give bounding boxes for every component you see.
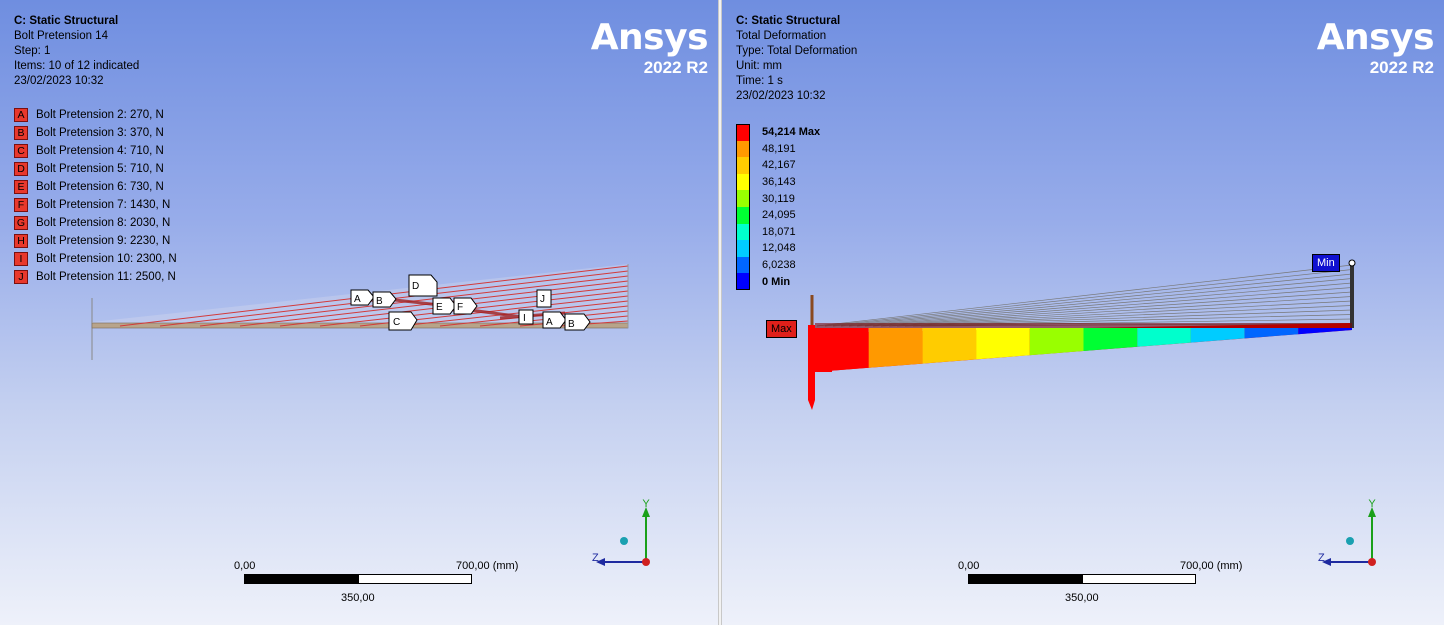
color-swatch [736, 206, 750, 224]
svg-text:C: C [393, 317, 400, 328]
scale-mid: 350,00 [341, 592, 375, 604]
axis-triad[interactable]: Y Z [1314, 495, 1394, 575]
color-legend-label: 42,167 [762, 159, 796, 172]
svg-text:I: I [523, 313, 526, 324]
axis-triad[interactable]: Y Z [588, 495, 668, 575]
model-tag[interactable]: D [408, 274, 438, 297]
color-swatch [736, 256, 750, 274]
svg-text:B: B [376, 296, 383, 307]
scale-start: 0,00 [234, 560, 256, 572]
color-swatch [736, 273, 750, 290]
scale-end: 700,00 (mm) [1180, 560, 1243, 572]
color-legend-item: 18,071 [736, 223, 820, 241]
color-legend-item: 0 Min [736, 273, 820, 290]
color-legend-label: 30,119 [762, 192, 795, 205]
color-legend-label: 18,071 [762, 225, 796, 238]
triad-y-label: Y [642, 498, 650, 510]
color-legend-item: 36,143 [736, 173, 820, 191]
color-swatch [736, 240, 750, 257]
model-tag[interactable]: B [564, 313, 591, 331]
scale-end: 700,00 (mm) [456, 560, 519, 572]
color-swatch [736, 157, 750, 174]
svg-text:F: F [457, 302, 463, 313]
color-legend-label: 0 Min [762, 275, 791, 288]
color-swatch [736, 190, 750, 207]
color-swatch [736, 124, 750, 141]
triad-z-label: Z [592, 552, 599, 564]
scale-start: 0,00 [958, 560, 980, 572]
color-legend-item: 6,0238 [736, 256, 820, 274]
svg-text:B: B [568, 319, 575, 330]
svg-text:J: J [540, 294, 545, 305]
color-legend-item: 24,095 [736, 206, 820, 224]
svg-text:A: A [354, 294, 361, 305]
color-swatch [736, 140, 750, 158]
viewport-bolt-pretension[interactable]: C: Static Structural Bolt Pretension 14 … [0, 0, 718, 625]
svg-text:A: A [546, 317, 553, 328]
triad-y-label: Y [1368, 498, 1376, 510]
deformation-color-legend: 54,214 Max 48,191 42,167 36,143 30,119 24,095… [736, 124, 820, 290]
viewport-total-deformation[interactable]: C: Static Structural Total Deformation T… [722, 0, 1444, 625]
svg-text:E: E [436, 302, 443, 313]
scale-mid: 350,00 [1065, 592, 1099, 604]
color-swatch [736, 223, 750, 241]
color-legend-label: 6,0238 [762, 259, 796, 272]
model-tag[interactable]: I [518, 309, 534, 325]
color-legend-item: 30,119 [736, 190, 820, 207]
color-legend-label: 48,191 [762, 142, 796, 155]
color-legend-item: 54,214 Max [736, 124, 820, 141]
min-marker[interactable]: Min [1312, 254, 1340, 272]
max-marker[interactable]: Max [766, 320, 797, 338]
color-legend-label: 36,143 [762, 176, 796, 189]
color-legend-item: 12,048 [736, 240, 820, 257]
model-tag[interactable]: C [388, 311, 418, 331]
color-legend-label: 12,048 [762, 242, 796, 255]
triad-z-label: Z [1318, 552, 1325, 564]
color-legend-item: 42,167 [736, 157, 820, 174]
color-legend-label: 24,095 [762, 209, 796, 222]
color-swatch [736, 173, 750, 191]
svg-text:D: D [412, 281, 419, 292]
color-legend-label: 54,214 Max [762, 126, 821, 139]
color-legend-item: 48,191 [736, 140, 820, 158]
model-tag[interactable]: J [536, 289, 552, 308]
